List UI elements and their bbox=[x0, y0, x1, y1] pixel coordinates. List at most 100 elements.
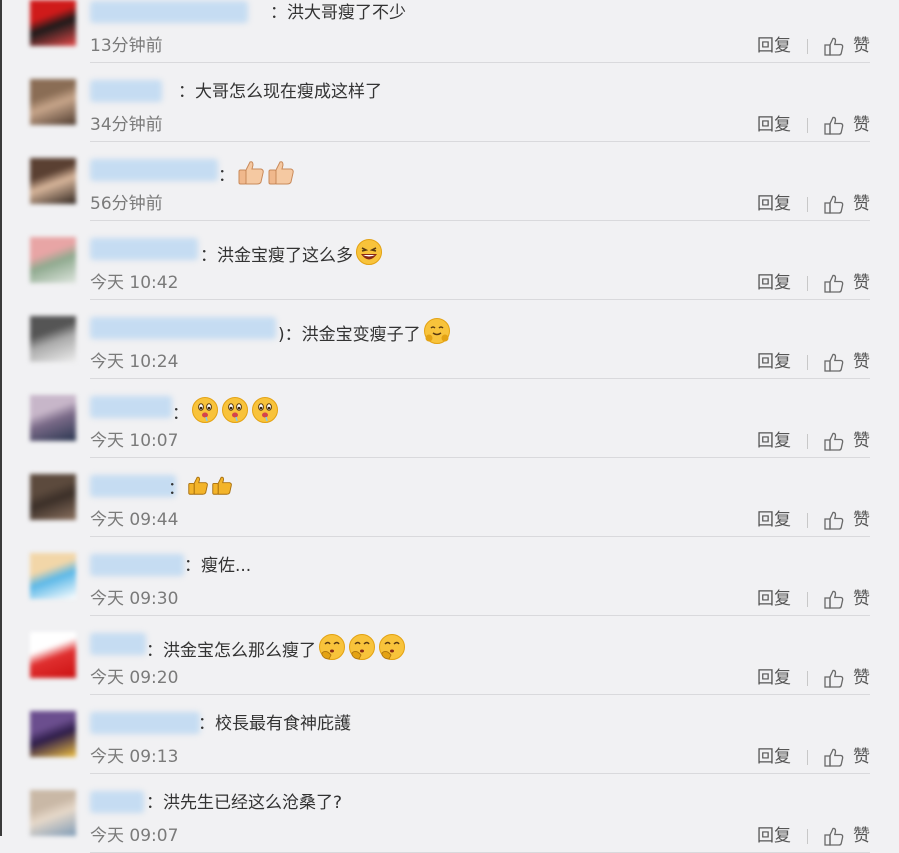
thumbs-up-icon-small bbox=[187, 475, 209, 502]
thumbs-up-outline-icon bbox=[824, 511, 844, 530]
thumbs-up-outline-icon bbox=[824, 432, 844, 451]
like-button[interactable]: 赞 bbox=[824, 272, 870, 294]
like-label: 赞 bbox=[853, 747, 870, 767]
avatar[interactable] bbox=[30, 237, 76, 283]
like-button[interactable]: 赞 bbox=[824, 509, 870, 531]
comment-text: ： bbox=[172, 403, 189, 424]
comment-body: )：洪金宝变瘦子了 bbox=[278, 317, 453, 352]
username-link[interactable] bbox=[90, 712, 200, 734]
thumbs-up-outline-icon bbox=[824, 590, 844, 609]
action-divider bbox=[807, 117, 808, 133]
username-link[interactable] bbox=[90, 159, 218, 181]
avatar[interactable] bbox=[30, 0, 76, 46]
like-button[interactable]: 赞 bbox=[824, 825, 870, 847]
comment-time: 今天 09:30 bbox=[90, 589, 179, 609]
reply-button[interactable]: 回复 bbox=[757, 272, 791, 294]
avatar[interactable] bbox=[30, 79, 76, 125]
username-link[interactable] bbox=[90, 791, 144, 813]
shushing-face-icon bbox=[318, 633, 346, 668]
action-divider bbox=[807, 196, 808, 212]
comment-text: ：瘦佐... bbox=[184, 556, 252, 576]
emoji-group bbox=[191, 396, 281, 431]
emoji-group bbox=[237, 159, 297, 192]
reply-button[interactable]: 回复 bbox=[757, 667, 791, 689]
comment-body: ：洪金宝瘦了这么多 bbox=[200, 238, 385, 273]
thumbs-up-outline-icon bbox=[824, 195, 844, 214]
comment-item: ：洪金宝瘦了这么多今天 10:42 回复 赞 bbox=[0, 221, 899, 300]
avatar[interactable] bbox=[30, 632, 76, 678]
like-button[interactable]: 赞 bbox=[824, 193, 870, 215]
comment-time: 今天 10:42 bbox=[90, 273, 179, 293]
emoji-group bbox=[318, 633, 408, 668]
comment-body: ：大哥怎么现在瘦成这样了 bbox=[178, 80, 382, 104]
comment-actions: 回复 赞 bbox=[757, 272, 870, 294]
comment-time: 56分钟前 bbox=[90, 194, 163, 214]
comment-time: 今天 09:44 bbox=[90, 510, 179, 530]
username-link[interactable] bbox=[90, 396, 172, 418]
comment-body: ： bbox=[168, 475, 235, 502]
username-link[interactable] bbox=[90, 475, 176, 497]
comment-item: ： 今天 10:07 回复 赞 bbox=[0, 379, 899, 458]
comment-actions: 回复 赞 bbox=[757, 35, 870, 57]
thumbs-up-outline-icon bbox=[824, 748, 844, 767]
username-link[interactable] bbox=[90, 554, 184, 576]
thumbs-up-outline-icon bbox=[824, 827, 844, 846]
reply-button[interactable]: 回复 bbox=[757, 588, 791, 610]
username-link[interactable] bbox=[90, 317, 276, 339]
like-button[interactable]: 赞 bbox=[824, 746, 870, 768]
comment-time: 13分钟前 bbox=[90, 36, 163, 56]
thumbs-up-outline-icon bbox=[824, 353, 844, 372]
username-link[interactable] bbox=[90, 1, 248, 23]
like-label: 赞 bbox=[853, 589, 870, 609]
reply-button[interactable]: 回复 bbox=[757, 430, 791, 452]
reply-button[interactable]: 回复 bbox=[757, 351, 791, 373]
username-link[interactable] bbox=[90, 238, 198, 260]
reply-button[interactable]: 回复 bbox=[757, 114, 791, 136]
comment-body: ：洪大哥瘦了不少 bbox=[270, 1, 406, 25]
comment-text: ： bbox=[168, 478, 185, 499]
action-divider bbox=[807, 433, 808, 449]
like-button[interactable]: 赞 bbox=[824, 667, 870, 689]
comment-text: ：洪先生已经这么沧桑了? bbox=[146, 793, 343, 813]
avatar[interactable] bbox=[30, 553, 76, 599]
hugging-face-icon bbox=[423, 317, 451, 352]
thumbs-up-outline-icon bbox=[824, 669, 844, 688]
like-button[interactable]: 赞 bbox=[824, 588, 870, 610]
emoji-group bbox=[355, 238, 385, 273]
thumbs-up-icon bbox=[237, 159, 265, 192]
reply-button[interactable]: 回复 bbox=[757, 35, 791, 57]
avatar[interactable] bbox=[30, 316, 76, 362]
avatar[interactable] bbox=[30, 395, 76, 441]
comment-text: ：校長最有食神庇護 bbox=[198, 714, 351, 734]
drooling-face-icon bbox=[251, 396, 279, 431]
comment-item: ：洪先生已经这么沧桑了? 今天 09:07 回复 赞 bbox=[0, 774, 899, 853]
comment-time: 今天 09:20 bbox=[90, 668, 179, 688]
like-button[interactable]: 赞 bbox=[824, 35, 870, 57]
thumbs-up-icon-small bbox=[211, 475, 233, 502]
reply-button[interactable]: 回复 bbox=[757, 509, 791, 531]
reply-button[interactable]: 回复 bbox=[757, 746, 791, 768]
thumbs-up-outline-icon bbox=[824, 274, 844, 293]
reply-button[interactable]: 回复 bbox=[757, 193, 791, 215]
emoji-group bbox=[423, 317, 453, 352]
thumbs-up-outline-icon bbox=[824, 116, 844, 135]
like-button[interactable]: 赞 bbox=[824, 351, 870, 373]
like-button[interactable]: 赞 bbox=[824, 114, 870, 136]
avatar[interactable] bbox=[30, 711, 76, 757]
comment-actions: 回复 赞 bbox=[757, 114, 870, 136]
like-label: 赞 bbox=[853, 273, 870, 293]
comment-actions: 回复 赞 bbox=[757, 588, 870, 610]
action-divider bbox=[807, 749, 808, 765]
avatar[interactable] bbox=[30, 474, 76, 520]
like-button[interactable]: 赞 bbox=[824, 430, 870, 452]
drooling-face-icon bbox=[221, 396, 249, 431]
comment-actions: 回复 赞 bbox=[757, 351, 870, 373]
reply-button[interactable]: 回复 bbox=[757, 825, 791, 847]
avatar[interactable] bbox=[30, 790, 76, 836]
comment-body: ：洪先生已经这么沧桑了? bbox=[146, 791, 342, 815]
comment-item: ： 今天 09:44 回复 赞 bbox=[0, 458, 899, 537]
comment-body: ：瘦佐... bbox=[184, 554, 251, 578]
username-link[interactable] bbox=[90, 633, 146, 655]
username-link[interactable] bbox=[90, 80, 162, 102]
avatar[interactable] bbox=[30, 158, 76, 204]
